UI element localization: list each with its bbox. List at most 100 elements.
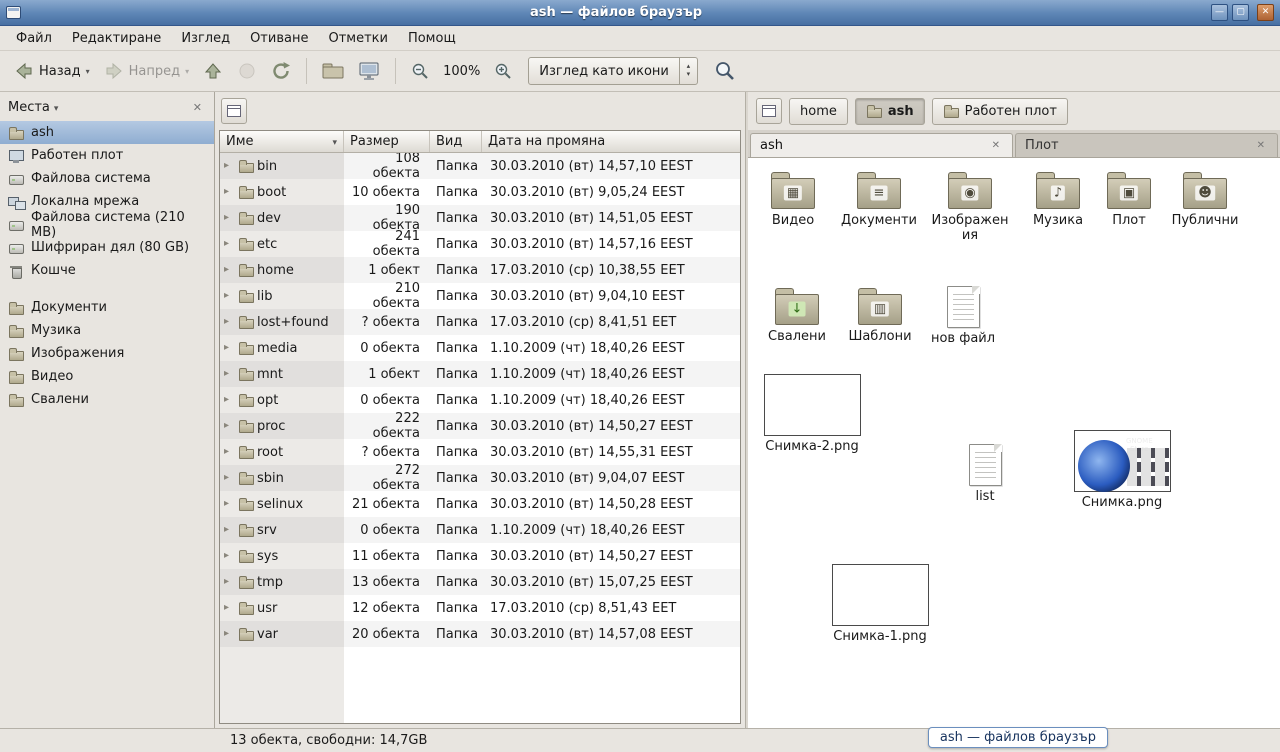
sidebar-title[interactable]: Места xyxy=(8,100,50,115)
icon-item-file[interactable]: list xyxy=(956,444,1014,505)
sidebar-bookmark-item[interactable]: Свалени xyxy=(0,388,214,411)
icon-item-image[interactable]: Снимка-1.png xyxy=(828,564,932,645)
sidebar-bookmark-item[interactable]: Документи xyxy=(0,296,214,319)
table-row[interactable]: opt 0 обекта Папка 1.10.2009 (чт) 18,40,… xyxy=(220,387,740,413)
table-row[interactable]: home 1 обект Папка 17.03.2010 (ср) 10,38… xyxy=(220,257,740,283)
table-row[interactable]: proc 222 обекта Папка 30.03.2010 (вт) 14… xyxy=(220,413,740,439)
computer-button[interactable] xyxy=(352,56,386,86)
column-header-date[interactable]: Дата на промяна xyxy=(482,131,740,152)
expander-icon[interactable] xyxy=(224,499,235,509)
expander-icon[interactable] xyxy=(224,629,235,639)
menu-bookmarks[interactable]: Отметки xyxy=(318,28,397,49)
maximize-button[interactable] xyxy=(1232,4,1249,21)
sidebar-bookmark-item[interactable]: Музика xyxy=(0,319,214,342)
sort-caret-icon[interactable] xyxy=(332,134,337,149)
expander-icon[interactable] xyxy=(224,473,235,483)
column-header-size[interactable]: Размер xyxy=(344,131,430,152)
sidebar-close-icon[interactable] xyxy=(189,100,206,115)
sidebar-place-item[interactable]: Файлова система (210 MB) xyxy=(0,213,214,236)
expander-icon[interactable] xyxy=(224,395,235,405)
column-header-type[interactable]: Вид xyxy=(430,131,482,152)
icon-item-image[interactable]: GNOME Store Снимка.png xyxy=(1070,430,1174,511)
zoom-out-button[interactable] xyxy=(405,57,435,85)
table-row[interactable]: selinux 21 обекта Папка 30.03.2010 (вт) … xyxy=(220,491,740,517)
sidebar-bookmark-item[interactable]: Видео xyxy=(0,365,214,388)
search-button[interactable] xyxy=(708,55,742,87)
table-row[interactable]: bin 108 обекта Папка 30.03.2010 (вт) 14,… xyxy=(220,153,740,179)
icon-item-image[interactable]: GUADEC Снимка-2.png xyxy=(762,374,862,455)
column-header-name[interactable]: Име xyxy=(220,131,344,152)
tab-plot[interactable]: Плот xyxy=(1015,133,1278,157)
table-row[interactable]: dev 190 обекта Папка 30.03.2010 (вт) 14,… xyxy=(220,205,740,231)
pathbar-pane-button[interactable] xyxy=(756,98,782,124)
sidebar-place-item[interactable]: Файлова система xyxy=(0,167,214,190)
table-row[interactable]: tmp 13 обекта Папка 30.03.2010 (вт) 15,0… xyxy=(220,569,740,595)
menu-view[interactable]: Изглед xyxy=(171,28,240,49)
up-button[interactable] xyxy=(197,56,229,86)
forward-button[interactable]: Напред ▾ xyxy=(98,56,196,86)
table-row[interactable]: sys 11 обекта Папка 30.03.2010 (вт) 14,5… xyxy=(220,543,740,569)
icon-item-folder[interactable]: Шаблони xyxy=(844,286,916,345)
table-row[interactable]: var 20 обекта Папка 30.03.2010 (вт) 14,5… xyxy=(220,621,740,647)
icon-item-folder[interactable]: Публични xyxy=(1166,170,1244,229)
path-button-ash[interactable]: ash xyxy=(855,98,925,125)
expander-icon[interactable] xyxy=(224,265,235,275)
table-row[interactable]: boot 10 обекта Папка 30.03.2010 (вт) 9,0… xyxy=(220,179,740,205)
tab-close-icon[interactable] xyxy=(989,139,1003,152)
expander-icon[interactable] xyxy=(224,343,235,353)
expander-icon[interactable] xyxy=(224,603,235,613)
path-button-home[interactable]: home xyxy=(789,98,848,125)
table-row[interactable]: usr 12 обекта Папка 17.03.2010 (ср) 8,51… xyxy=(220,595,740,621)
back-button[interactable]: Назад ▾ xyxy=(8,56,96,86)
stop-button[interactable] xyxy=(231,56,263,86)
table-row[interactable]: root ? обекта Папка 30.03.2010 (вт) 14,5… xyxy=(220,439,740,465)
reload-button[interactable] xyxy=(265,56,297,86)
sidebar-place-item[interactable]: Шифриран дял (80 GB) xyxy=(0,236,214,259)
expander-icon[interactable] xyxy=(224,187,235,197)
sidebar-place-item[interactable]: Работен плот xyxy=(0,144,214,167)
tab-ash[interactable]: ash xyxy=(750,133,1013,157)
icon-item-folder[interactable]: Музика xyxy=(1022,170,1094,229)
table-row[interactable]: etc 241 обекта Папка 30.03.2010 (вт) 14,… xyxy=(220,231,740,257)
icon-item-folder[interactable]: Видео xyxy=(758,170,828,229)
sidebar-bookmark-item[interactable]: Изображения xyxy=(0,342,214,365)
icon-item-folder[interactable]: Изображения xyxy=(930,170,1010,244)
menu-help[interactable]: Помощ xyxy=(398,28,466,49)
close-button[interactable] xyxy=(1257,4,1274,21)
expander-icon[interactable] xyxy=(224,525,235,535)
table-row[interactable]: srv 0 обекта Папка 1.10.2009 (чт) 18,40,… xyxy=(220,517,740,543)
expander-icon[interactable] xyxy=(224,551,235,561)
expander-icon[interactable] xyxy=(224,447,235,457)
expander-icon[interactable] xyxy=(224,577,235,587)
sidebar-place-item[interactable]: ash xyxy=(0,121,214,144)
expander-icon[interactable] xyxy=(224,291,235,301)
menu-go[interactable]: Отиване xyxy=(240,28,318,49)
expander-icon[interactable] xyxy=(224,239,235,249)
back-dropdown-icon[interactable]: ▾ xyxy=(86,67,90,76)
icon-item-file[interactable]: нов файл xyxy=(930,286,996,347)
menu-edit[interactable]: Редактиране xyxy=(62,28,171,49)
icon-item-folder[interactable]: Свалени xyxy=(762,286,832,345)
pane-view-button[interactable] xyxy=(221,98,247,124)
expander-icon[interactable] xyxy=(224,317,235,327)
sidebar-dropdown-icon[interactable] xyxy=(54,100,59,115)
menu-file[interactable]: Файл xyxy=(6,28,62,49)
expander-icon[interactable] xyxy=(224,161,235,171)
table-row[interactable]: sbin 272 обекта Папка 30.03.2010 (вт) 9,… xyxy=(220,465,740,491)
expander-icon[interactable] xyxy=(224,369,235,379)
taskbar-window-button[interactable]: ash — файлов браузър xyxy=(928,727,1108,748)
tab-close-icon[interactable] xyxy=(1254,139,1268,152)
expander-icon[interactable] xyxy=(224,213,235,223)
table-row[interactable]: media 0 обекта Папка 1.10.2009 (чт) 18,4… xyxy=(220,335,740,361)
icon-item-folder[interactable]: Документи xyxy=(836,170,922,229)
table-row[interactable]: mnt 1 обект Папка 1.10.2009 (чт) 18,40,2… xyxy=(220,361,740,387)
expander-icon[interactable] xyxy=(224,421,235,431)
view-selector[interactable]: Изглед като икони xyxy=(528,57,698,85)
icon-item-folder[interactable]: Плот xyxy=(1100,170,1158,229)
table-row[interactable]: lost+found ? обекта Папка 17.03.2010 (ср… xyxy=(220,309,740,335)
zoom-in-button[interactable] xyxy=(488,57,518,85)
view-selector-spinner-icon[interactable] xyxy=(679,58,697,84)
path-button-desktop[interactable]: Работен плот xyxy=(932,98,1068,125)
minimize-button[interactable] xyxy=(1211,4,1228,21)
icon-view[interactable]: Видео Документи Изображения xyxy=(748,158,1280,728)
